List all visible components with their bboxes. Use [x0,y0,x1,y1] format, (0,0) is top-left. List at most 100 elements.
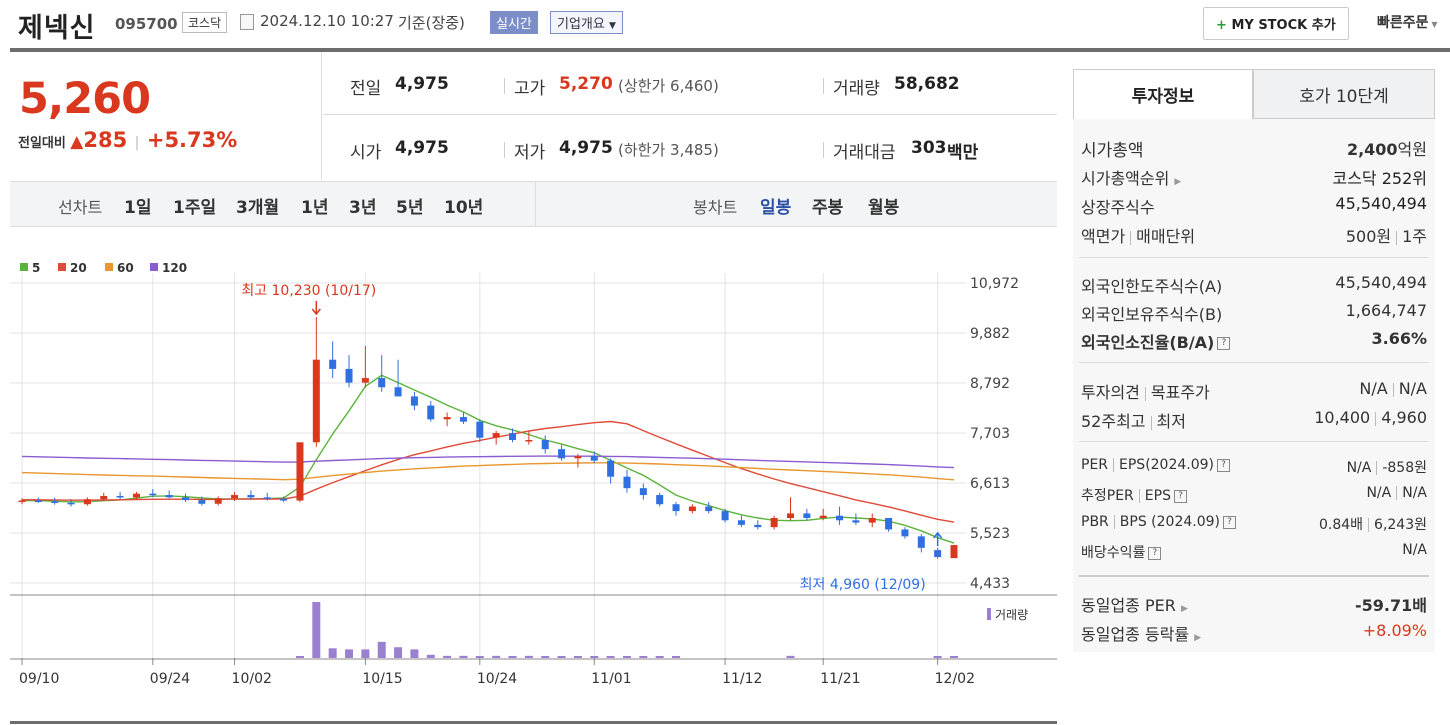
market-cap-value: 2,400 [1346,140,1398,159]
candle-body [819,515,827,518]
foreign-rate-label: 외국인소진율(B/A) [1081,333,1215,352]
volume-bar [557,656,566,658]
open-value: 4,975 [395,138,449,158]
tabs-divider [535,182,536,226]
realtime-badge[interactable]: 실시간 [490,11,538,34]
volume-legend-label: 거래량 [995,608,1028,622]
row-sector-rate[interactable]: 동일업종 등락률 ▶ +8.09% [1081,621,1427,645]
w52-high-value: 10,400 [1314,408,1371,427]
separator [1392,382,1394,397]
volume-bar [672,656,681,658]
candle-body [280,498,288,501]
volume-bar [933,656,942,658]
separator [823,78,824,94]
calendar-icon [240,14,254,30]
ma-line [21,462,955,481]
volume-bar [426,654,435,658]
row-per: PER EPS(2024.09)? N/A -858원 [1081,457,1427,477]
current-price-box: 5,260 전일대비 ▲285 | +5.73% [10,52,322,180]
x-tick-label: 10/02 [232,671,272,687]
row-sector-per[interactable]: 동일업종 PER ▶ -59.71배 [1081,592,1427,616]
candle-body [803,513,811,518]
company-info-label: 기업개요 [557,17,605,32]
ma-line [21,420,955,523]
chevron-right-icon: ▶ [1180,604,1188,614]
candle-body [868,517,876,523]
candle-body [378,378,386,388]
chevron-down-icon: ▼ [608,21,616,31]
volume-legend-swatch [987,608,991,620]
opinion-value: N/A [1359,379,1388,398]
legend-swatch [20,263,28,271]
bps-label: BPS (2024.09) [1119,514,1220,530]
candle-body [639,488,647,496]
up-triangle-icon: ▲ [70,132,84,152]
tab-monthly[interactable]: 월봉 [868,193,899,218]
candle-body [410,396,418,406]
trade-amount-label: 거래대금 [833,143,896,163]
chevron-down-icon: ▼ [1428,20,1438,29]
candle-body [67,502,75,505]
prev-close-value: 4,975 [395,74,449,94]
chart-bottom-divider [10,721,1057,724]
help-icon[interactable]: ? [1173,489,1187,503]
separator [504,142,505,158]
volume-bar [524,655,533,658]
tab-invest-info[interactable]: 투자정보 [1073,69,1253,119]
candle-body [558,449,566,459]
candle-body [165,495,173,498]
separator [1368,518,1370,532]
candle-body [247,495,255,498]
tab-10year[interactable]: 10년 [444,193,483,218]
eps-value: -858원 [1382,460,1427,476]
help-icon[interactable]: ? [1217,458,1231,472]
current-price: 5,260 [19,74,151,124]
help-icon[interactable]: ? [1148,546,1162,560]
tab-3month[interactable]: 3개월 [236,193,279,218]
unit-label: 매매단위 [1136,227,1196,246]
help-icon[interactable]: ? [1217,337,1231,350]
foreign-rate-value: 3.66% [1371,329,1427,348]
w52-low-label: 최저 [1156,412,1186,431]
quick-order-button[interactable]: 빠른주문 ▼ [1377,12,1437,32]
volume-bar [622,656,631,658]
row-rank[interactable]: 시가총액순위 ▶ 코스닥 252위 [1081,165,1427,189]
y-tick-label: 6,613 [970,476,1010,492]
opinion-label: 투자의견 [1081,383,1140,402]
tab-daily[interactable]: 일봉 [760,193,791,218]
help-icon[interactable]: ? [1222,515,1236,529]
tab-weekly[interactable]: 주봉 [812,193,843,218]
rank-label: 시가총액순위 [1081,169,1170,188]
tab-1year[interactable]: 1년 [301,193,328,218]
candle-body [786,513,794,518]
quote-row-divider [323,114,1057,115]
tab-5year[interactable]: 5년 [396,193,423,218]
change-percent: +5.73% [146,128,238,152]
candle-body [427,405,435,420]
volume-bar [492,655,501,658]
separator [1113,458,1115,472]
candlestick-chart-svg: 10,972 9,882 8,792 7,703 6,613 5,523 4,433 09/1… [10,261,1058,687]
tab-3year[interactable]: 3년 [349,193,376,218]
quote-datetime: 2024.12.10 10:27 [260,12,394,30]
change-label: 전일대비 [18,136,66,151]
divider [1079,575,1429,577]
tab-orderbook[interactable]: 호가 10단계 [1253,69,1435,119]
tab-1week[interactable]: 1주일 [173,193,216,218]
company-info-dropdown[interactable]: 기업개요 ▼ [550,11,623,34]
volume-bar [573,656,582,658]
shares-value: 45,540,494 [1335,194,1427,213]
row-par: 액면가 매매단위 500원 1주 [1081,223,1427,247]
plus-icon: + [1216,18,1227,33]
volume-bar [475,656,484,658]
chart-period-tabs: 선차트 1일 1주일 3개월 1년 3년 5년 10년 봉차트 일봉 주봉 월봉 [10,181,1057,227]
stock-code: 095700 [115,15,178,33]
tab-1day[interactable]: 1일 [124,193,151,218]
row-foreign-limit: 외국인한도주식수(A) 45,540,494 [1081,273,1427,297]
legend-label: 5 [32,261,40,275]
mystock-add-button[interactable]: + MY STOCK 추가 [1203,7,1349,40]
separator [1144,386,1146,401]
candle-body [231,495,239,499]
dividend-label: 배당수익률 [1081,545,1146,561]
volume-bar [655,656,664,658]
